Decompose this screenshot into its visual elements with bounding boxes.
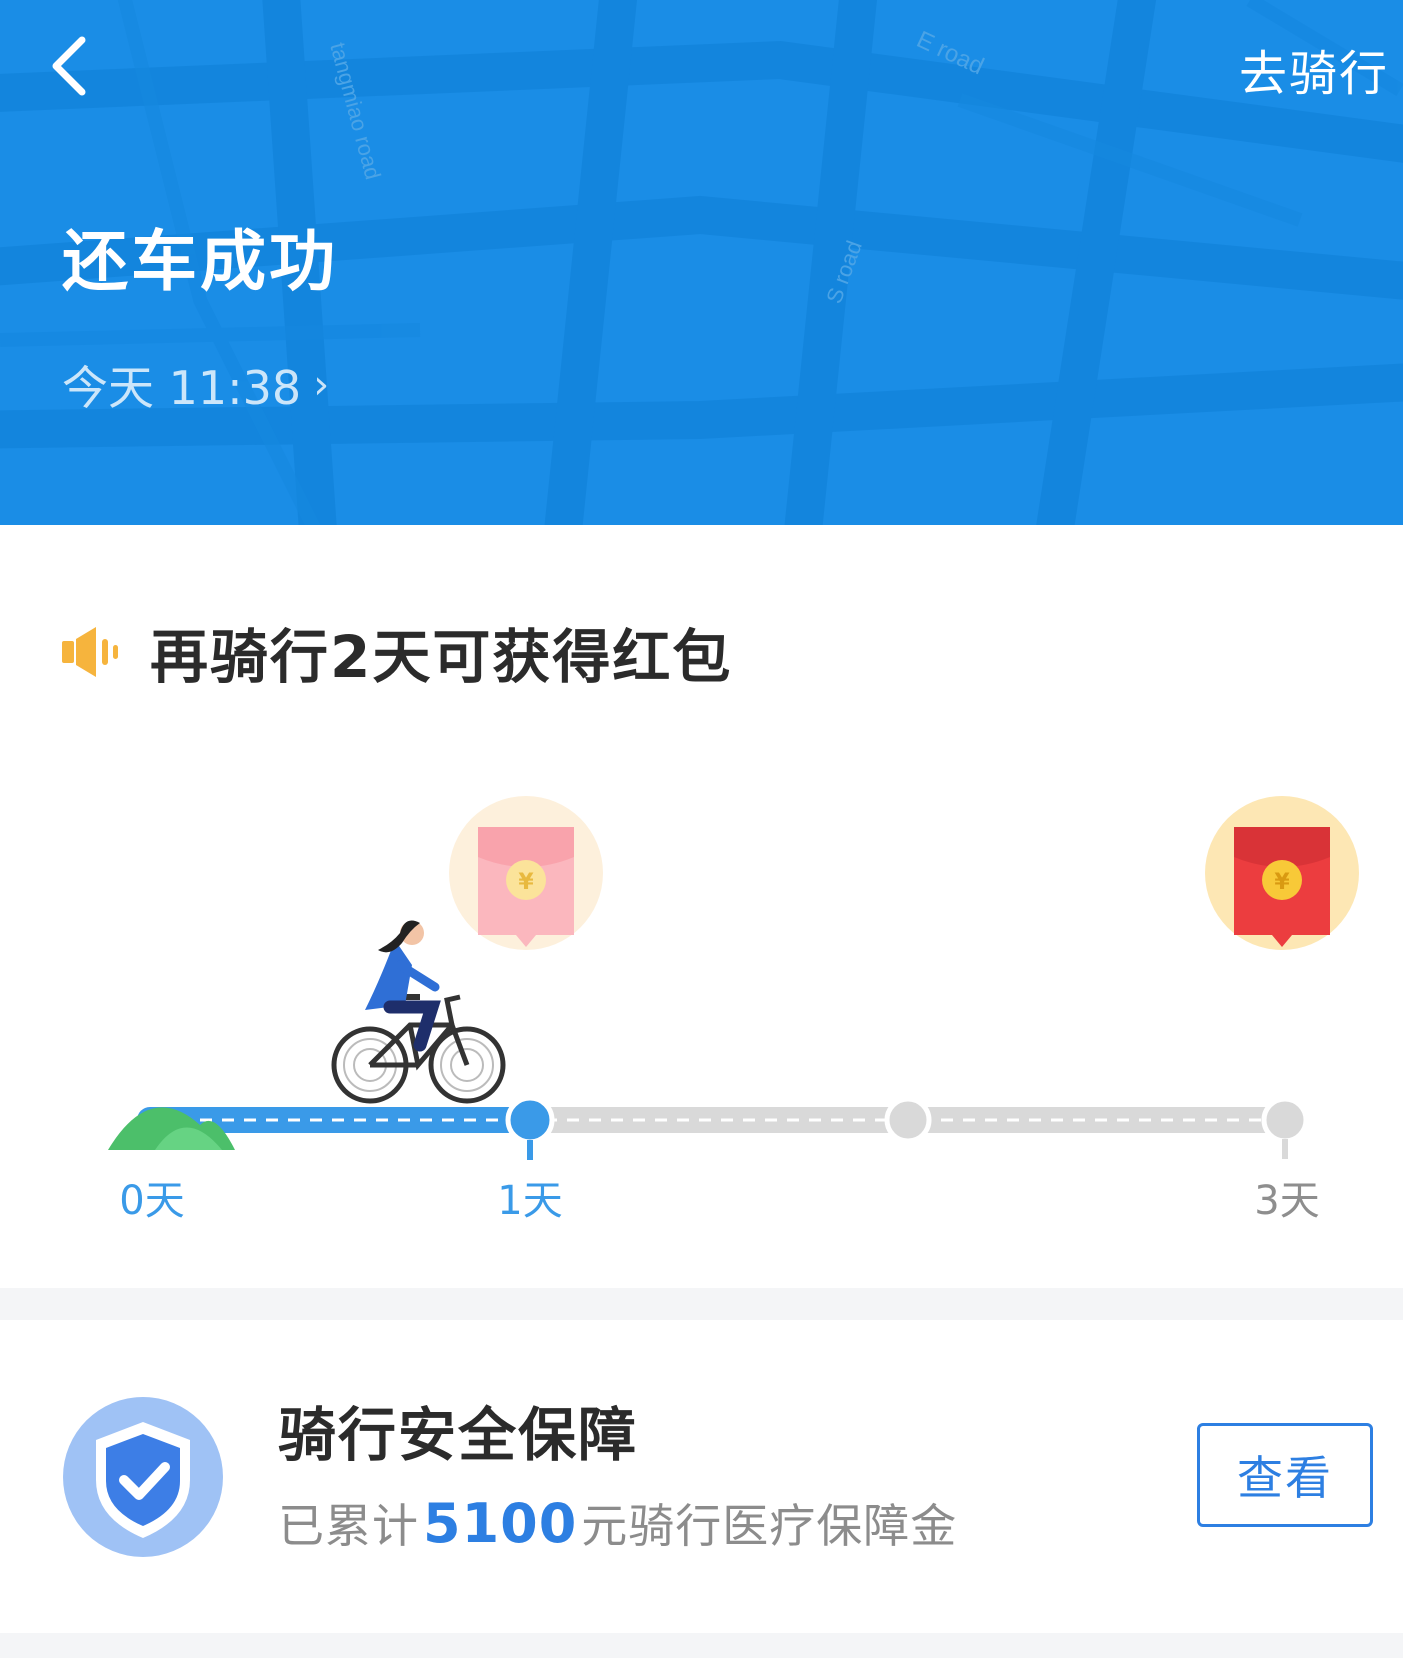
insurance-card: 骑行安全保障 已累计 5100 元骑行医疗保障金 查看	[0, 1320, 1403, 1633]
reward-progress-card: 再骑行2天可获得红包 ¥ ¥ 0天 1天 3天	[0, 525, 1403, 1288]
progress-node-day1	[505, 1095, 555, 1160]
red-envelope-icon-faded: ¥	[449, 796, 603, 950]
ride-progress-track: ¥ ¥	[108, 796, 1359, 1160]
chevron-left-icon	[52, 36, 86, 96]
cyclist-illustration	[331, 920, 506, 1104]
day-label-0: 0天	[119, 1178, 185, 1224]
page-title: 还车成功	[62, 223, 338, 300]
view-button[interactable]: 查看	[1197, 1423, 1373, 1527]
back-button[interactable]	[38, 28, 108, 98]
insurance-subtitle: 已累计 5100 元骑行医疗保障金	[278, 1490, 957, 1556]
go-ride-button[interactable]: 去骑行	[1239, 34, 1389, 104]
return-time-link[interactable]: 今天 11:38 ›	[62, 352, 329, 418]
svg-text:¥: ¥	[1274, 870, 1290, 895]
header: tangmiao road E road S road 去骑行 还车成功 今天 …	[0, 0, 1403, 525]
progress-node-day3	[1261, 1096, 1309, 1159]
svg-text:¥: ¥	[518, 870, 534, 895]
day-label-1: 1天	[497, 1178, 563, 1224]
red-envelope-icon: ¥	[1205, 796, 1359, 950]
insurance-sub-suffix: 元骑行医疗保障金	[581, 1499, 958, 1553]
day-label-3: 3天	[1254, 1178, 1320, 1224]
progress-node-day2	[884, 1096, 932, 1144]
insurance-amount: 5100	[423, 1492, 578, 1555]
chevron-right-icon: ›	[313, 362, 330, 408]
insurance-title: 骑行安全保障	[278, 1401, 639, 1469]
return-time-text: 今天 11:38	[62, 361, 302, 415]
insurance-sub-prefix: 已累计	[278, 1499, 419, 1553]
shield-check-icon	[62, 1396, 224, 1562]
